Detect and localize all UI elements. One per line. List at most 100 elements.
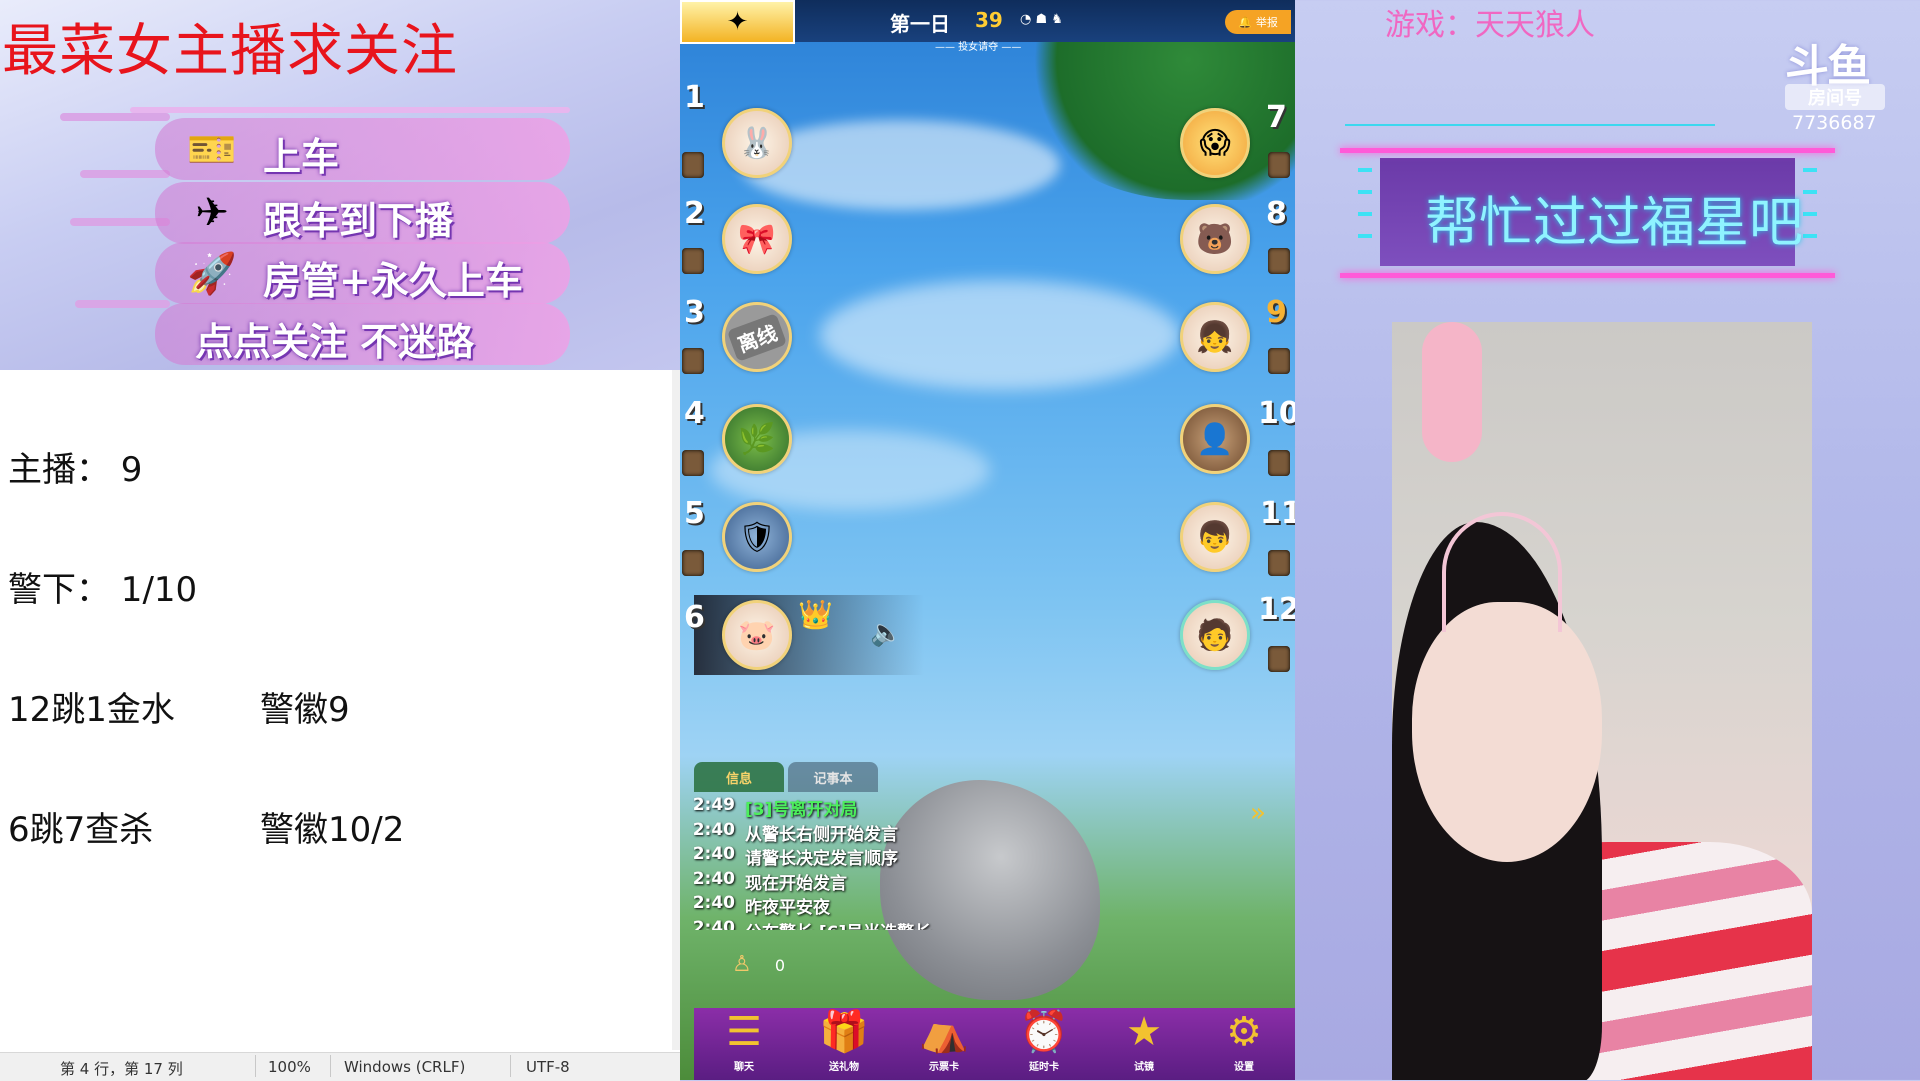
banner-dash — [1358, 212, 1372, 216]
promo-item-admin: 🚀 房管+永久上车 — [155, 242, 570, 304]
seat-avatar-10[interactable]: 👤 — [1180, 404, 1250, 474]
seat-avatar-8[interactable]: 🐻 — [1180, 204, 1250, 274]
promo-label: 房管+永久上车 — [263, 259, 523, 303]
plush-toy — [1422, 322, 1482, 462]
sheriff-badge-icon: 👑 — [798, 598, 833, 631]
seat-number: 9 — [1266, 295, 1287, 330]
promo-item-board: 🎫 上车 — [155, 118, 570, 180]
seat-number: 5 — [684, 496, 705, 531]
chat-icon: ☰ — [726, 1009, 762, 1055]
rank-icon: ♞ — [1051, 12, 1063, 27]
status-divider — [255, 1055, 256, 1077]
seat-number: 3 — [684, 295, 705, 330]
speaking-icon: 🔈 — [870, 618, 903, 648]
notepad-line: 警下： 1/10 — [8, 570, 198, 610]
status-icons: ◔ ☗ ♞ — [1020, 12, 1063, 27]
seat-avatar-4[interactable]: 🌿 — [722, 404, 792, 474]
star-icon: ★ — [1126, 1009, 1162, 1055]
seat-role-icon — [682, 348, 704, 374]
seat-avatar-1[interactable]: 🐰 — [722, 108, 792, 178]
nav-vote-card-button[interactable]: ⛺ 示票卡 — [894, 1008, 994, 1080]
countdown-timer: 39 — [975, 8, 1003, 32]
seat-number: 12 — [1258, 592, 1295, 627]
notepad-scrollbar[interactable] — [672, 370, 680, 1050]
promo-label: 跟车到下播 — [263, 199, 454, 243]
game-subtitle: —— 投女请夺 —— — [935, 42, 1022, 53]
banner-dash — [1358, 168, 1372, 172]
seat-role-icon — [1268, 646, 1290, 672]
banner-dash — [1803, 212, 1817, 216]
notepad-editor[interactable]: 主播： 9 警下： 1/10 12跳1金水 警徽9 6跳7查杀 警徽10/2 — [0, 370, 680, 1080]
day-label: 第一日 — [890, 12, 950, 36]
seat-number: 2 — [684, 196, 705, 231]
seat-role-icon — [1268, 550, 1290, 576]
nav-timer-card-button[interactable]: ⏰ 延时卡 — [994, 1008, 1094, 1080]
promo-label: 点点关注 不迷路 — [195, 320, 475, 364]
airplane-icon: ✈ — [195, 190, 229, 236]
report-button[interactable]: 🔔 举报 — [1225, 10, 1291, 34]
seat-role-icon — [1268, 248, 1290, 274]
seat-avatar-3[interactable]: 离线 — [722, 302, 792, 372]
offline-badge: 离线 — [726, 312, 788, 362]
seat-number: 11 — [1260, 496, 1295, 531]
badge-logo-icon[interactable]: ✦ — [680, 0, 795, 44]
status-zoom: 100% — [268, 1058, 311, 1076]
banner-dash — [1358, 190, 1372, 194]
seat-number: 8 — [1266, 196, 1287, 231]
game-window: ✦ 第一日 39 ◔ ☗ ♞ —— 投女请夺 —— 🔔 举报 1 🐰 2 🎀 3… — [680, 0, 1295, 1080]
nav-audition-button[interactable]: ★ 试镜 — [1094, 1008, 1194, 1080]
tab-notebook[interactable]: 记事本 — [788, 762, 878, 792]
banner-dash — [1803, 190, 1817, 194]
system-log: 2:49 [3]号离开对局 2:40 从警长右侧开始发言 2:40 请警长决定发言顺序… — [680, 795, 1180, 930]
seat-avatar-6[interactable]: 🐷 — [722, 600, 792, 670]
nav-settings-button[interactable]: ⚙ 设置 — [1194, 1008, 1294, 1080]
seat-avatar-12[interactable]: 🧑 — [1180, 600, 1250, 670]
notepad-line: 主播： 9 — [8, 450, 143, 490]
banner-dash — [1803, 168, 1817, 172]
seat-role-icon — [1268, 152, 1290, 178]
seat-role-icon — [1268, 450, 1290, 476]
seat-avatar-2[interactable]: 🎀 — [722, 204, 792, 274]
notepad-text[interactable]: 主播： 9 警下： 1/10 12跳1金水 警徽9 6跳7查杀 警徽10/2 — [8, 370, 405, 930]
notepad-status-bar: 第 4 行，第 17 列 100% Windows (CRLF) UTF-8 — [0, 1052, 680, 1081]
status-encoding: UTF-8 — [526, 1058, 570, 1076]
seat-role-icon — [1268, 348, 1290, 374]
seat-role-icon — [682, 152, 704, 178]
people-icon: ☗ — [1035, 12, 1048, 27]
rocket-icon: 🚀 — [187, 250, 237, 297]
promo-item-follow: ✈ 跟车到下播 — [155, 182, 570, 244]
decor-streak — [80, 170, 170, 178]
vote-card-icon: ⛺ — [919, 1009, 969, 1055]
expand-log-icon[interactable]: » — [1250, 798, 1266, 828]
seat-avatar-9[interactable]: 👧 — [1180, 302, 1250, 372]
seat-avatar-7[interactable]: 😱 — [1180, 108, 1250, 178]
seat-number: 7 — [1266, 100, 1287, 135]
seat-role-icon — [682, 550, 704, 576]
player-count: ♙ 0 — [732, 952, 786, 977]
status-divider — [510, 1055, 511, 1077]
decor-line — [1345, 124, 1715, 126]
tab-info[interactable]: 信息 — [694, 762, 784, 792]
log-row: 2:40公布警长 [6]号当选警长 — [692, 917, 932, 930]
promo-item-subscribe: 点点关注 不迷路 — [155, 303, 570, 365]
seat-number: 10 — [1258, 396, 1295, 431]
seat-role-icon — [682, 450, 704, 476]
banner-text: 帮忙过过福星吧 — [1425, 191, 1803, 254]
report-label: 举报 — [1255, 16, 1278, 29]
game-name-label: 游戏：天天狼人 — [1385, 8, 1595, 43]
log-row: 2:40 从警长右侧开始发言 — [692, 819, 898, 845]
promo-label: 上车 — [263, 135, 340, 179]
person-icon: ♙ — [732, 952, 752, 977]
decor-streak — [75, 300, 170, 308]
status-position: 第 4 行，第 17 列 — [60, 1060, 183, 1078]
seat-avatar-5[interactable]: 🛡 — [722, 502, 792, 572]
nav-gift-button[interactable]: 🎁 送礼物 — [794, 1008, 894, 1080]
status-line-ending: Windows (CRLF) — [344, 1058, 466, 1076]
seat-avatar-11[interactable]: 👦 — [1180, 502, 1250, 572]
banner-dash — [1803, 234, 1817, 238]
nav-chat-button[interactable]: ☰ 聊天 — [694, 1008, 794, 1080]
bunny-ear-headband — [1442, 512, 1562, 632]
log-row: 2:40 昨夜平安夜 — [692, 893, 830, 918]
cloud — [820, 280, 1180, 390]
notepad-line: 6跳7查杀 警徽10/2 — [8, 810, 405, 850]
